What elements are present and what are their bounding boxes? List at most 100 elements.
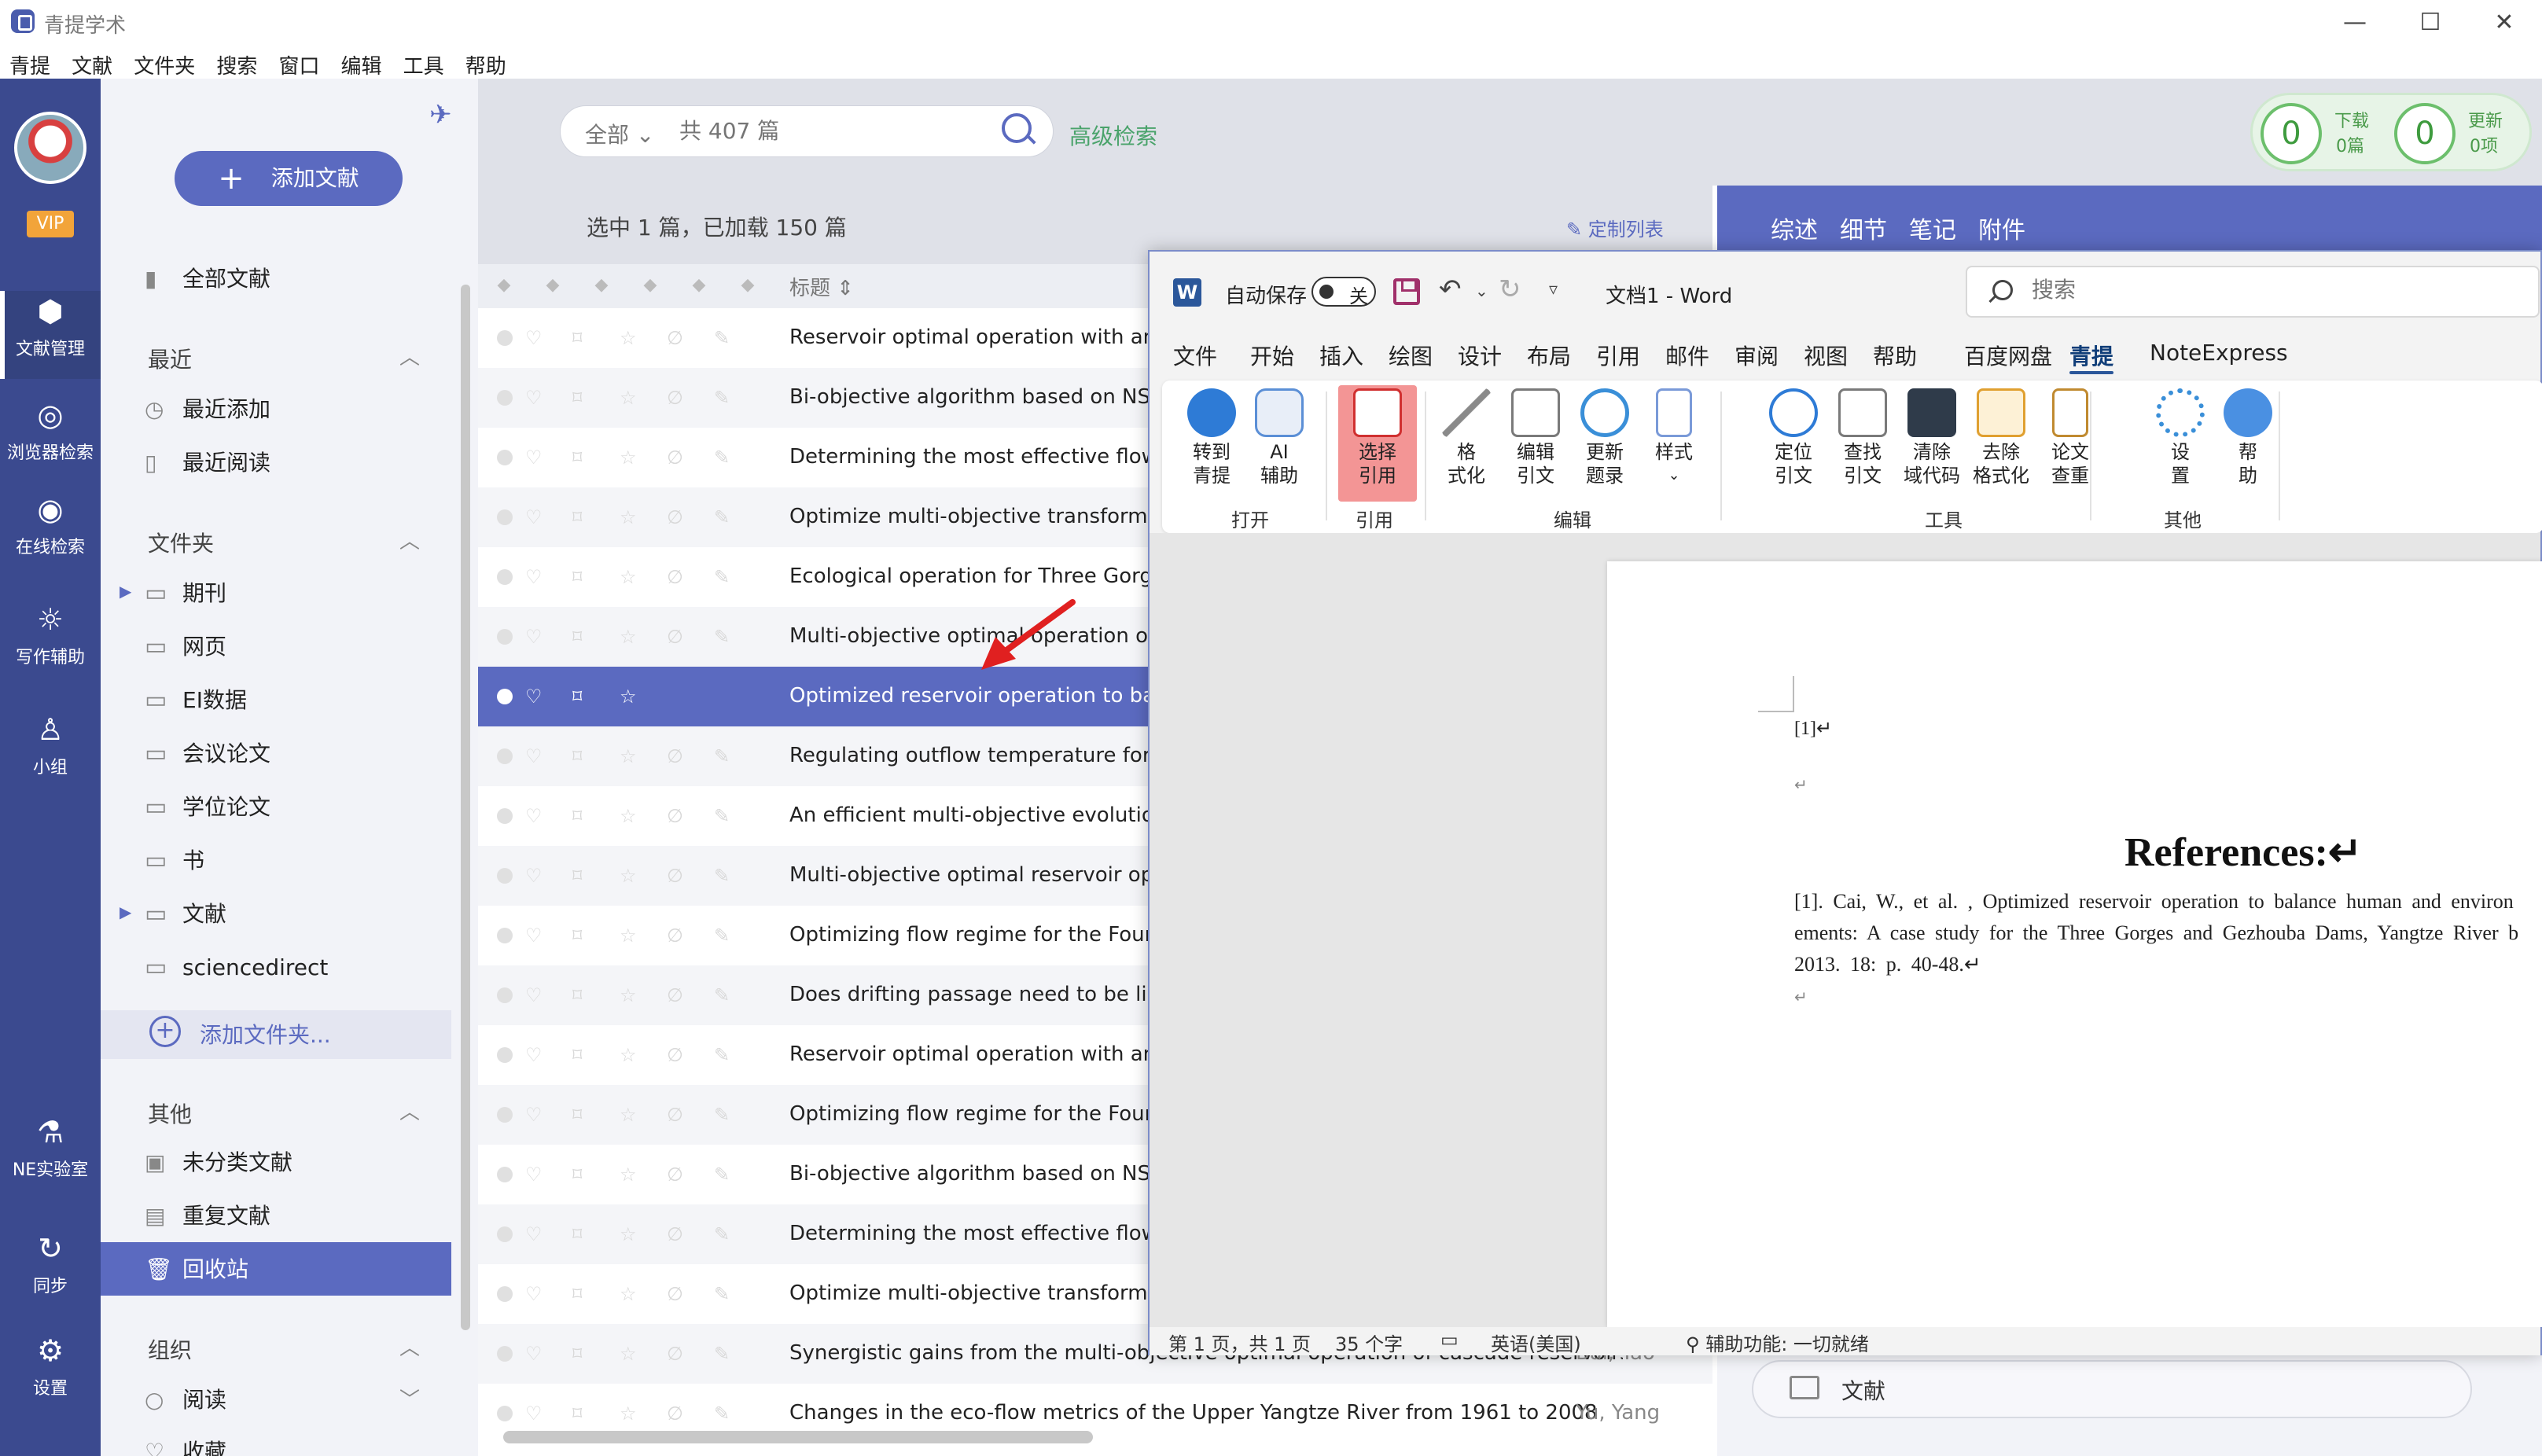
heart-icon[interactable]: ♡: [525, 1104, 543, 1126]
bookmark-icon[interactable]: ⌑: [572, 1104, 582, 1126]
wmenu-layout[interactable]: 布局: [1527, 340, 1571, 371]
word-count-status[interactable]: 35 个字: [1335, 1329, 1403, 1356]
heart-icon[interactable]: ♡: [525, 984, 543, 1006]
sidebar-item-favorites[interactable]: ♡ 收藏: [145, 1432, 226, 1456]
sidebar-item-recent-added[interactable]: ◷ 最近添加: [145, 390, 270, 429]
maximize-button[interactable]: ☐: [2395, 3, 2466, 42]
note-icon[interactable]: ✎: [714, 925, 730, 947]
read-status-icon[interactable]: [497, 1286, 513, 1302]
pin-icon[interactable]: ✈: [429, 99, 452, 131]
star-icon[interactable]: ☆: [620, 1343, 637, 1365]
attachment-icon[interactable]: ∅: [667, 925, 683, 947]
attach-column-icon[interactable]: ◆: [689, 275, 709, 296]
star-column-icon[interactable]: ◆: [640, 275, 660, 296]
read-status-icon[interactable]: [497, 868, 513, 884]
attachment-icon[interactable]: ∅: [667, 1223, 683, 1245]
wmenu-review[interactable]: 审阅: [1735, 340, 1779, 371]
note-icon[interactable]: ✎: [714, 1104, 730, 1126]
status-column-icon[interactable]: ◆: [494, 275, 514, 296]
star-icon[interactable]: ☆: [620, 686, 637, 708]
bookmark-icon[interactable]: ⌑: [572, 1164, 582, 1186]
goto-qingti-button[interactable]: 转到 青提: [1181, 388, 1242, 487]
sidebar-item-recent-read[interactable]: ▯ 最近阅读: [145, 443, 270, 483]
attachment-icon[interactable]: ∅: [667, 387, 683, 409]
attachment-icon[interactable]: ∅: [667, 745, 683, 767]
wmenu-home[interactable]: 开始: [1250, 340, 1294, 371]
heart-icon[interactable]: ♡: [525, 566, 543, 588]
heart-icon[interactable]: ♡: [525, 1223, 543, 1245]
star-icon[interactable]: ☆: [620, 566, 637, 588]
heart-icon[interactable]: ♡: [525, 1044, 543, 1066]
attachment-icon[interactable]: ∅: [667, 1164, 683, 1186]
note-icon[interactable]: ✎: [714, 865, 730, 887]
bookmark-icon[interactable]: ⌑: [572, 1403, 582, 1425]
undo-dropdown-icon[interactable]: ⌄: [1475, 281, 1488, 300]
style-button[interactable]: 样式 ⌄: [1643, 388, 1705, 487]
star-icon[interactable]: ☆: [620, 1044, 637, 1066]
expand-arrow-icon[interactable]: ▶: [120, 903, 131, 921]
read-status-icon[interactable]: [497, 390, 513, 406]
add-folder-button[interactable]: 添加文件夹...: [200, 1018, 331, 1050]
attachment-icon[interactable]: ∅: [667, 327, 683, 349]
minimize-button[interactable]: —: [2319, 3, 2390, 42]
bookmark-icon[interactable]: ⌑: [572, 686, 582, 708]
customize-list-button[interactable]: ✎ 定制列表: [1566, 214, 1664, 241]
wmenu-insert[interactable]: 插入: [1319, 340, 1363, 371]
read-status-icon[interactable]: [497, 689, 513, 704]
bookmark-icon[interactable]: ⌑: [572, 984, 582, 1006]
add-document-button[interactable]: + 添加文献: [175, 151, 403, 206]
update-bibliography-button[interactable]: 更新 题录: [1574, 388, 1635, 487]
wmenu-noteexpress[interactable]: NoteExpress: [2150, 340, 2288, 366]
format-button[interactable]: 格 式化: [1436, 388, 1497, 487]
note-icon[interactable]: ✎: [714, 447, 730, 469]
read-status-icon[interactable]: [497, 808, 513, 824]
note-icon[interactable]: ✎: [714, 805, 730, 827]
heart-icon[interactable]: ♡: [525, 1343, 543, 1365]
wmenu-baidu-netdisk[interactable]: 百度网盘: [1964, 340, 2052, 371]
locate-citation-button[interactable]: 定位 引文: [1763, 388, 1824, 487]
sidebar-item-all-documents[interactable]: ▮ 全部文献: [145, 259, 270, 299]
read-status-icon[interactable]: [497, 1167, 513, 1182]
read-status-icon[interactable]: [497, 987, 513, 1003]
language-status[interactable]: 英语(美国): [1491, 1329, 1581, 1356]
sidebar-item-recycle-bin[interactable]: 🗑 回收站: [145, 1250, 248, 1289]
star-icon[interactable]: ☆: [620, 805, 637, 827]
edit-citation-button[interactable]: 编辑 引文: [1505, 388, 1566, 487]
clear-field-code-button[interactable]: 清除 域代码: [1901, 388, 1963, 487]
tab-overview[interactable]: 综述: [1771, 211, 1818, 245]
bookmark-icon[interactable]: ⌑: [572, 1283, 582, 1305]
wmenu-view[interactable]: 视图: [1804, 340, 1848, 371]
wmenu-design[interactable]: 设计: [1458, 340, 1502, 371]
read-status-icon[interactable]: [497, 509, 513, 525]
star-icon[interactable]: ☆: [620, 1403, 637, 1425]
title-column-header[interactable]: 标题 ⇕: [789, 272, 854, 301]
find-citation-button[interactable]: 查找 引文: [1832, 388, 1893, 487]
note-icon[interactable]: ✎: [714, 566, 730, 588]
search-icon[interactable]: [1002, 113, 1032, 143]
note-column-icon[interactable]: ◆: [738, 275, 758, 296]
download-counter[interactable]: 0: [2261, 103, 2322, 164]
wmenu-qingti[interactable]: 青提: [2069, 340, 2113, 371]
sidebar-item-reading[interactable]: ○ 阅读: [145, 1381, 226, 1420]
star-icon[interactable]: ☆: [620, 626, 637, 648]
attachment-icon[interactable]: ∅: [667, 1283, 683, 1305]
heart-icon[interactable]: ♡: [525, 1164, 543, 1186]
bookmark-icon[interactable]: ⌑: [572, 327, 582, 349]
read-status-icon[interactable]: [497, 569, 513, 585]
bookmark-icon[interactable]: ⌑: [572, 566, 582, 588]
attachment-icon[interactable]: ∅: [667, 1044, 683, 1066]
bookmark-icon[interactable]: ⌑: [572, 1044, 582, 1066]
star-icon[interactable]: ☆: [620, 925, 637, 947]
nav-writing-assist[interactable]: ☼ 写作辅助: [0, 602, 101, 668]
settings-button[interactable]: 设 置: [2150, 388, 2211, 487]
nav-browser-search[interactable]: ◎ 浏览器检索: [0, 398, 101, 464]
wmenu-help[interactable]: 帮助: [1873, 340, 1917, 371]
bookmark-icon[interactable]: ⌑: [572, 925, 582, 947]
read-status-icon[interactable]: [497, 748, 513, 764]
read-status-icon[interactable]: [497, 928, 513, 943]
attachment-icon[interactable]: ∅: [667, 805, 683, 827]
star-icon[interactable]: ☆: [620, 506, 637, 528]
bookmark-icon[interactable]: ⌑: [572, 805, 582, 827]
word-search-input[interactable]: [2032, 277, 2425, 303]
chevron-down-icon[interactable]: ﹀: [399, 1384, 420, 1413]
